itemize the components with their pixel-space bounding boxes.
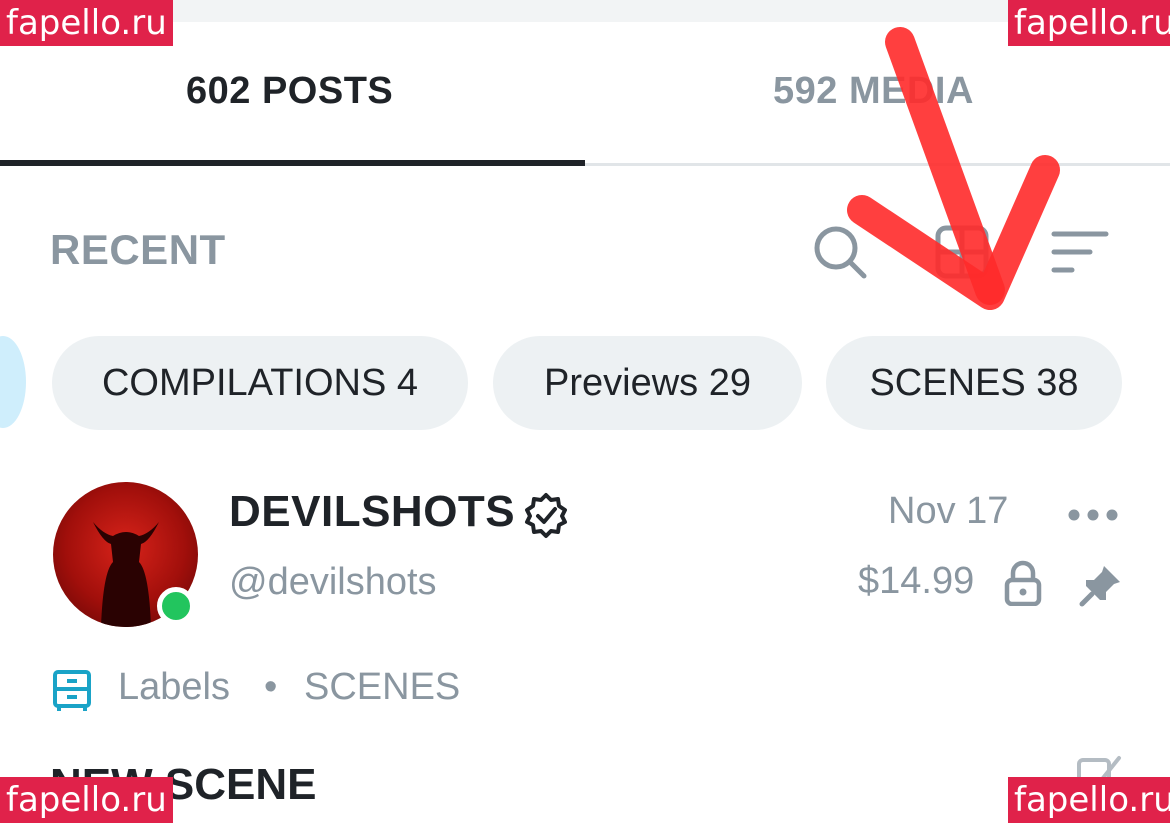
profile-tabs: 602 POSTS 592 MEDIA — [0, 22, 1170, 166]
grid-view-icon[interactable] — [932, 222, 992, 282]
label-tag-scenes[interactable]: SCENES — [304, 666, 460, 709]
search-icon[interactable] — [810, 222, 870, 282]
top-strip — [0, 0, 1170, 22]
chip-partial[interactable] — [0, 336, 26, 428]
section-title: RECENT — [50, 226, 226, 273]
watermark-top-left: fapello.ru — [0, 0, 173, 46]
chip-scenes[interactable]: SCENES 38 — [826, 336, 1122, 430]
chip-compilations[interactable]: COMPILATIONS 4 — [52, 336, 468, 430]
post-price: $14.99 — [858, 560, 975, 602]
more-options-icon[interactable] — [1066, 500, 1120, 530]
post-date: Nov 17 — [888, 490, 1009, 532]
sort-icon[interactable] — [1050, 222, 1110, 282]
pin-icon[interactable] — [1078, 562, 1124, 608]
active-tab-indicator — [0, 160, 585, 166]
lock-icon — [1004, 560, 1042, 606]
online-status-dot — [157, 587, 195, 625]
tab-posts[interactable]: 602 POSTS — [186, 70, 393, 113]
verified-badge-icon — [525, 493, 567, 538]
author-handle[interactable]: @devilshots — [229, 561, 437, 604]
tab-media[interactable]: 592 MEDIA — [773, 70, 974, 113]
chip-previews[interactable]: Previews 29 — [493, 336, 802, 430]
labels-icon[interactable] — [50, 668, 94, 712]
labels-separator: • — [264, 666, 278, 708]
tab-divider — [585, 163, 1170, 166]
watermark-bottom-left: fapello.ru — [0, 777, 173, 823]
labels-link[interactable]: Labels — [118, 666, 230, 709]
watermark-bottom-right: fapello.ru — [1008, 777, 1170, 823]
author-name[interactable]: DEVILSHOTS — [229, 487, 515, 537]
watermark-top-right: fapello.ru — [1008, 0, 1170, 46]
